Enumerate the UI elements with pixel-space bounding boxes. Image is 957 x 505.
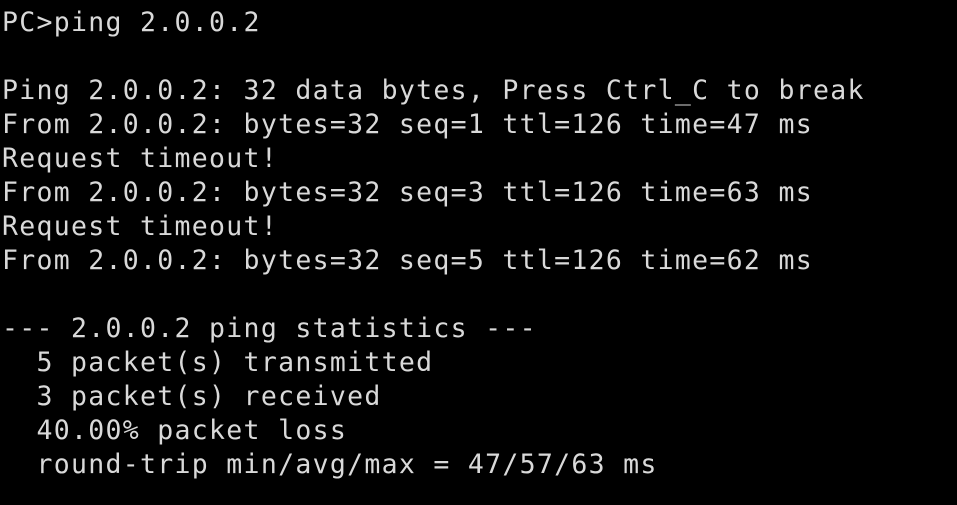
terminal-line-round-trip: round-trip min/avg/max = 47/57/63 ms <box>2 449 658 480</box>
terminal-line-timeout-2: Request timeout! <box>2 211 279 242</box>
terminal-line-packets-transmitted: 5 packet(s) transmitted <box>2 347 434 378</box>
terminal-line-ping-header: Ping 2.0.0.2: 32 data bytes, Press Ctrl_… <box>2 75 865 106</box>
terminal-line-packets-received: 3 packet(s) received <box>2 381 382 412</box>
terminal-line-reply-seq3: From 2.0.0.2: bytes=32 seq=3 ttl=126 tim… <box>2 177 813 208</box>
terminal-line-reply-seq1: From 2.0.0.2: bytes=32 seq=1 ttl=126 tim… <box>2 109 813 140</box>
terminal-line-blank-2 <box>2 278 865 312</box>
terminal-line-reply-seq5: From 2.0.0.2: bytes=32 seq=5 ttl=126 tim… <box>2 245 813 276</box>
terminal-window[interactable]: PC>ping 2.0.0.2 Ping 2.0.0.2: 32 data byt… <box>0 0 957 505</box>
terminal-line-packet-loss: 40.00% packet loss <box>2 415 348 446</box>
terminal-line-timeout-1: Request timeout! <box>2 143 279 174</box>
terminal-line-statistics-header: --- 2.0.0.2 ping statistics --- <box>2 313 537 344</box>
terminal-output: PC>ping 2.0.0.2 Ping 2.0.0.2: 32 data byt… <box>2 6 865 482</box>
terminal-line-command: PC>ping 2.0.0.2 <box>2 7 261 38</box>
